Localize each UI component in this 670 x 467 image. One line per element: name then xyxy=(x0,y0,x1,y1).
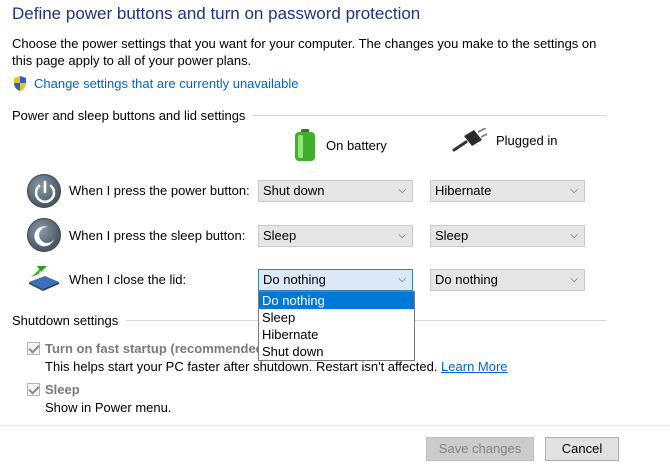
sleep-button-battery-select[interactable]: Sleep ⌵ xyxy=(258,225,413,247)
uac-shield-icon xyxy=(14,76,26,91)
dropdown-option[interactable]: Hibernate xyxy=(259,326,414,343)
column-header-plugged: Plugged in xyxy=(452,128,557,152)
change-settings-label: Change settings that are currently unava… xyxy=(34,76,299,91)
power-button-icon xyxy=(27,174,61,208)
sleep-description: Show in Power menu. xyxy=(45,400,172,415)
power-button-label: When I press the power button: xyxy=(69,183,250,198)
select-value: Do nothing xyxy=(263,272,326,287)
chevron-down-icon: ⌵ xyxy=(398,230,406,241)
sleep-button-plugged-select[interactable]: Sleep ⌵ xyxy=(430,225,585,247)
sleep-button-label: When I press the sleep button: xyxy=(69,228,246,243)
chevron-down-icon: ⌵ xyxy=(570,274,578,285)
chevron-down-icon: ⌵ xyxy=(398,185,406,196)
learn-more-link[interactable]: Learn More xyxy=(441,359,507,374)
cancel-button[interactable]: Cancel xyxy=(545,437,619,461)
sleep-button-icon xyxy=(27,218,61,252)
power-button-plugged-select[interactable]: Hibernate ⌵ xyxy=(430,180,585,202)
select-value: Sleep xyxy=(263,228,297,243)
section-divider xyxy=(253,115,606,116)
fast-startup-desc-text: This helps start your PC faster after sh… xyxy=(45,359,438,374)
power-settings-window: Define power buttons and turn on passwor… xyxy=(0,0,670,467)
lid-close-dropdown-list: Do nothing Sleep Hibernate Shut down xyxy=(258,291,415,361)
lid-close-plugged-select[interactable]: Do nothing ⌵ xyxy=(430,269,585,291)
sleep-label: Sleep xyxy=(45,382,80,397)
save-changes-button[interactable]: Save changes xyxy=(426,437,534,461)
fast-startup-checkbox-row[interactable]: Turn on fast startup (recommended) xyxy=(27,341,268,356)
fast-startup-description: This helps start your PC faster after sh… xyxy=(45,359,508,374)
fast-startup-checkbox[interactable] xyxy=(27,342,40,355)
sleep-checkbox-row[interactable]: Sleep xyxy=(27,382,80,397)
column-header-battery: On battery xyxy=(292,128,387,162)
section-power-buttons-label: Power and sleep buttons and lid settings xyxy=(12,108,246,123)
chevron-down-icon: ⌵ xyxy=(570,185,578,196)
select-value: Hibernate xyxy=(435,183,492,198)
chevron-down-icon: ⌵ xyxy=(570,230,578,241)
laptop-lid-icon xyxy=(27,262,61,297)
footer-divider xyxy=(0,425,670,426)
column-label-battery: On battery xyxy=(326,137,387,153)
lid-close-battery-select[interactable]: Do nothing ⌵ xyxy=(258,269,413,291)
change-settings-link[interactable]: Change settings that are currently unava… xyxy=(12,75,299,92)
dropdown-option[interactable]: Sleep xyxy=(259,309,414,326)
battery-icon xyxy=(295,129,315,161)
sleep-checkbox[interactable] xyxy=(27,383,40,396)
chevron-down-icon: ⌵ xyxy=(398,274,406,285)
dropdown-option[interactable]: Shut down xyxy=(259,343,414,360)
page-description: Choose the power settings that you want … xyxy=(12,36,597,68)
fast-startup-label: Turn on fast startup (recommended) xyxy=(45,341,268,356)
lid-close-label: When I close the lid: xyxy=(69,272,187,287)
select-value: Do nothing xyxy=(435,272,498,287)
page-title: Define power buttons and turn on passwor… xyxy=(12,4,421,23)
section-power-buttons: Power and sleep buttons and lid settings xyxy=(12,108,606,123)
section-shutdown-label: Shutdown settings xyxy=(12,313,119,328)
plug-icon xyxy=(452,128,488,152)
dropdown-option[interactable]: Do nothing xyxy=(259,292,414,309)
select-value: Shut down xyxy=(263,183,325,198)
column-label-plugged: Plugged in xyxy=(496,132,558,148)
select-value: Sleep xyxy=(435,228,469,243)
power-button-battery-select[interactable]: Shut down ⌵ xyxy=(258,180,413,202)
